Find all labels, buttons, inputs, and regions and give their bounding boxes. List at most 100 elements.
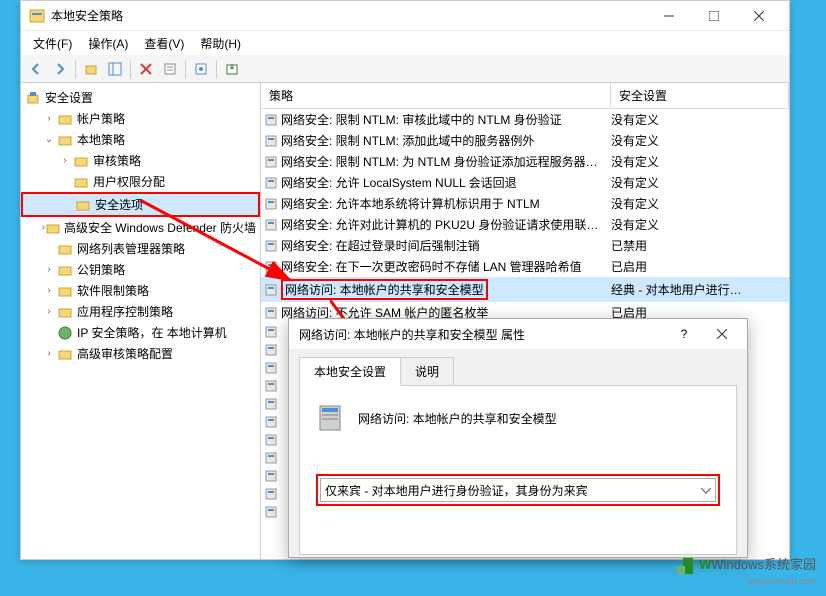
show-hide-button[interactable]: [104, 58, 126, 80]
folder-icon: [57, 132, 73, 148]
policy-icon: [261, 197, 281, 211]
policy-setting: 没有定义: [611, 111, 789, 128]
policy-row[interactable]: 网络安全: 在下一次更改密码时不存储 LAN 管理器哈希值已启用: [261, 256, 789, 277]
properties-dialog: 网络访问: 本地帐户的共享和安全模型 属性 ? 本地安全设置 说明 网络访问: …: [288, 318, 748, 558]
forward-button[interactable]: [49, 58, 71, 80]
policy-name: 网络安全: 限制 NTLM: 添加此域中的服务器例外: [281, 132, 611, 149]
security-model-combo[interactable]: 仅来宾 - 对本地用户进行身份验证，其身份为来宾: [320, 478, 716, 502]
policy-icon: [261, 433, 281, 447]
policy-icon: [261, 505, 281, 519]
policy-icon: [261, 176, 281, 190]
policy-name: 网络安全: 允许 LocalSystem NULL 会话回退: [281, 174, 611, 191]
folder-icon: [57, 262, 73, 278]
delete-button[interactable]: [135, 58, 157, 80]
tree-item-security-options[interactable]: 安全选项: [21, 192, 260, 217]
policy-icon: [261, 343, 281, 357]
tree-item-ip-security[interactable]: IP 安全策略，在 本地计算机: [21, 322, 260, 343]
folder-icon: [57, 111, 73, 127]
tree-item-advanced-audit[interactable]: › 高级审核策略配置: [21, 343, 260, 364]
folder-icon: [73, 153, 89, 169]
dialog-help-button[interactable]: ?: [669, 322, 699, 346]
tree-toggle-icon[interactable]: ›: [41, 285, 57, 296]
tree-item-app-control[interactable]: › 应用程序控制策略: [21, 301, 260, 322]
combo-highlight: 仅来宾 - 对本地用户进行身份验证，其身份为来宾: [316, 474, 720, 506]
policy-row[interactable]: 网络访问: 本地帐户的共享和安全模型经典 - 对本地用户进行…: [261, 277, 789, 302]
tree-toggle-icon[interactable]: ›: [41, 264, 57, 275]
policy-setting: 没有定义: [611, 195, 789, 212]
folder-icon: [57, 241, 73, 257]
tree-item-public-key[interactable]: › 公钥策略: [21, 259, 260, 280]
policy-icon: [261, 283, 281, 297]
ip-icon: [57, 325, 73, 341]
watermark-sub: www.ruiruifu.com: [675, 576, 816, 586]
policy-icon: [261, 260, 281, 274]
tree-label: 审核策略: [93, 152, 141, 169]
tree-item-software-restriction[interactable]: › 软件限制策略: [21, 280, 260, 301]
policy-icon: [261, 239, 281, 253]
tree-item-account-policy[interactable]: › 帐户策略: [21, 108, 260, 129]
header-policy[interactable]: 策略: [261, 83, 611, 108]
tree-label: 应用程序控制策略: [77, 303, 173, 320]
tree-item-user-rights[interactable]: 用户权限分配: [21, 171, 260, 192]
tree-toggle-icon[interactable]: ›: [41, 113, 57, 124]
back-button[interactable]: [25, 58, 47, 80]
tab-description[interactable]: 说明: [400, 357, 454, 386]
export-button[interactable]: [221, 58, 243, 80]
policy-row[interactable]: 网络安全: 限制 NTLM: 添加此域中的服务器例外没有定义: [261, 130, 789, 151]
policy-row[interactable]: 网络安全: 允许 LocalSystem NULL 会话回退没有定义: [261, 172, 789, 193]
menu-help[interactable]: 帮助(H): [192, 32, 249, 55]
policy-name: 网络安全: 在超过登录时间后强制注销: [281, 237, 611, 254]
tree-item-local-policy[interactable]: ⌄ 本地策略: [21, 129, 260, 150]
policy-row[interactable]: 网络安全: 允许对此计算机的 PKU2U 身份验证请求使用联…没有定义: [261, 214, 789, 235]
tree-item-defender[interactable]: › 高级安全 Windows Defender 防火墙: [21, 217, 260, 238]
maximize-button[interactable]: [691, 2, 736, 30]
policy-icon: [261, 361, 281, 375]
app-icon: [29, 8, 45, 24]
tree-panel[interactable]: 安全设置 › 帐户策略 ⌄ 本地策略 › 审核策略 用户权限分配: [21, 83, 261, 559]
menu-file[interactable]: 文件(F): [25, 32, 80, 55]
tree-label: 公钥策略: [77, 261, 125, 278]
policy-icon: [261, 487, 281, 501]
policy-icon: [261, 325, 281, 339]
server-icon: [316, 402, 348, 434]
tree-label: IP 安全策略，在 本地计算机: [77, 324, 227, 341]
policy-row[interactable]: 网络安全: 在超过登录时间后强制注销已禁用: [261, 235, 789, 256]
policy-row[interactable]: 网络安全: 允许本地系统将计算机标识用于 NTLM没有定义: [261, 193, 789, 214]
policy-setting: 没有定义: [611, 132, 789, 149]
titlebar: 本地安全策略: [21, 1, 789, 31]
tree-label: 帐户策略: [77, 110, 125, 127]
tree-label: 安全选项: [95, 196, 143, 213]
tree-root[interactable]: 安全设置: [21, 87, 260, 108]
up-button[interactable]: [80, 58, 102, 80]
tree-item-network-list[interactable]: 网络列表管理器策略: [21, 238, 260, 259]
policy-setting: 经典 - 对本地用户进行…: [611, 281, 789, 298]
tree-toggle-icon[interactable]: ›: [41, 348, 57, 359]
menu-action[interactable]: 操作(A): [80, 32, 136, 55]
menu-view[interactable]: 查看(V): [136, 32, 192, 55]
policy-icon: [261, 218, 281, 232]
chevron-down-icon: [701, 483, 711, 497]
properties-button[interactable]: [159, 58, 181, 80]
refresh-button[interactable]: [190, 58, 212, 80]
tree-toggle-icon[interactable]: ›: [41, 306, 57, 317]
list-header: 策略 安全设置: [261, 83, 789, 109]
tree-item-audit-policy[interactable]: › 审核策略: [21, 150, 260, 171]
dialog-close-button[interactable]: [707, 322, 737, 346]
policy-name: 网络安全: 限制 NTLM: 审核此域中的 NTLM 身份验证: [281, 111, 611, 128]
tree-label: 本地策略: [77, 131, 125, 148]
tab-local-security[interactable]: 本地安全设置: [299, 357, 401, 386]
tree-toggle-icon[interactable]: ›: [57, 155, 73, 166]
close-button[interactable]: [736, 2, 781, 30]
policy-icon: [261, 397, 281, 411]
policy-icon: [261, 469, 281, 483]
header-setting[interactable]: 安全设置: [611, 83, 789, 108]
policy-icon: [261, 306, 281, 320]
tree-toggle-icon[interactable]: ⌄: [41, 134, 57, 145]
policy-setting: 没有定义: [611, 174, 789, 191]
folder-icon: [73, 174, 89, 190]
watermark-text: Windows系统家园: [711, 557, 816, 572]
policy-row[interactable]: 网络安全: 限制 NTLM: 为 NTLM 身份验证添加远程服务器…没有定义: [261, 151, 789, 172]
tree-root-label: 安全设置: [45, 89, 93, 106]
minimize-button[interactable]: [646, 2, 691, 30]
policy-row[interactable]: 网络安全: 限制 NTLM: 审核此域中的 NTLM 身份验证没有定义: [261, 109, 789, 130]
